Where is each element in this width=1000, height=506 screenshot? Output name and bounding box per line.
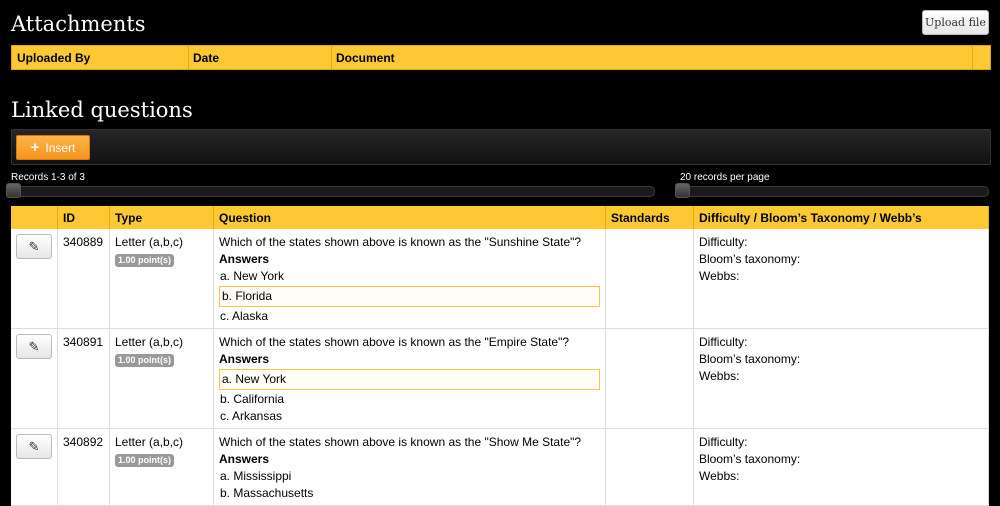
blooms-label: Bloom’s taxonomy: xyxy=(699,452,801,466)
records-count: Records 1-3 of 3 xyxy=(11,172,85,183)
answer-option: b. Massachusetts xyxy=(220,486,314,500)
column-difficulty[interactable]: Difficulty / Bloom’s Taxonomy / Webb’s xyxy=(693,206,989,229)
blooms-label: Bloom’s taxonomy: xyxy=(699,352,801,366)
question-text: Which of the states shown above is known… xyxy=(219,235,582,249)
standards-cell xyxy=(605,328,694,429)
insert-button[interactable]: + Insert xyxy=(16,135,90,160)
points-badge: 1.00 point(s) xyxy=(115,454,175,467)
answer-option-correct: b. Florida xyxy=(219,286,600,307)
linked-questions-title: Linked questions xyxy=(11,98,193,122)
records-slider-handle[interactable] xyxy=(6,183,21,198)
plus-icon: + xyxy=(30,139,40,156)
per-page-slider-handle[interactable] xyxy=(675,183,690,198)
answers-label: Answers xyxy=(219,352,270,366)
webbs-label: Webbs: xyxy=(699,369,740,383)
answer-option: b. California xyxy=(220,392,285,406)
table-row: ✎ 340892 Letter (a,b,c) 1.00 point(s) Whi… xyxy=(11,428,989,506)
column-standards[interactable]: Standards xyxy=(605,206,694,229)
answer-option-correct: a. New York xyxy=(219,369,600,390)
column-type[interactable]: Type xyxy=(109,206,214,229)
column-document[interactable]: Document xyxy=(336,51,395,65)
question-type: Letter (a,b,c) xyxy=(115,235,184,249)
records-slider[interactable] xyxy=(11,186,655,197)
question-type: Letter (a,b,c) xyxy=(115,435,184,449)
column-date[interactable]: Date xyxy=(193,51,219,65)
webbs-label: Webbs: xyxy=(699,269,740,283)
edit-button[interactable]: ✎ xyxy=(16,434,52,459)
question-id: 340892 xyxy=(57,428,110,506)
column-question[interactable]: Question xyxy=(213,206,606,229)
pencil-icon: ✎ xyxy=(28,339,40,354)
answers-label: Answers xyxy=(219,252,270,266)
pencil-icon: ✎ xyxy=(28,439,40,454)
column-id[interactable]: ID xyxy=(57,206,110,229)
standards-cell xyxy=(605,229,694,329)
blooms-label: Bloom’s taxonomy: xyxy=(699,252,801,266)
webbs-label: Webbs: xyxy=(699,469,740,483)
attachments-title: Attachments xyxy=(11,12,146,36)
per-page-label: 20 records per page xyxy=(680,172,770,183)
column-uploaded-by[interactable]: Uploaded By xyxy=(17,51,90,65)
question-text: Which of the states shown above is known… xyxy=(219,435,582,449)
question-type: Letter (a,b,c) xyxy=(115,335,184,349)
question-id: 340891 xyxy=(57,328,110,429)
table-row: ✎ 340891 Letter (a,b,c) 1.00 point(s) Whi… xyxy=(11,328,989,429)
difficulty-label: Difficulty: xyxy=(699,335,748,349)
answer-option: c. Alaska xyxy=(220,309,269,323)
pencil-icon: ✎ xyxy=(28,239,40,254)
points-badge: 1.00 point(s) xyxy=(115,254,175,267)
per-page-slider[interactable] xyxy=(675,186,989,197)
question-id: 340889 xyxy=(57,229,110,329)
answer-option: c. Arkansas xyxy=(220,409,283,423)
upload-file-button[interactable]: Upload file xyxy=(922,10,989,35)
answer-option: a. Mississippi xyxy=(220,469,292,483)
points-badge: 1.00 point(s) xyxy=(115,354,175,367)
standards-cell xyxy=(605,428,694,506)
attachments-table-header: Uploaded By Date Document xyxy=(11,45,991,70)
difficulty-label: Difficulty: xyxy=(699,435,748,449)
question-text: Which of the states shown above is known… xyxy=(219,335,570,349)
edit-button[interactable]: ✎ xyxy=(16,334,52,359)
questions-table-header: ID Type Question Standards Difficulty / … xyxy=(11,206,989,229)
edit-button[interactable]: ✎ xyxy=(16,234,52,259)
questions-table: ID Type Question Standards Difficulty / … xyxy=(11,206,989,506)
answers-label: Answers xyxy=(219,452,270,466)
answer-option: a. New York xyxy=(220,269,285,283)
questions-toolbar: + Insert xyxy=(11,129,991,165)
difficulty-label: Difficulty: xyxy=(699,235,748,249)
table-row: ✎ 340889 Letter (a,b,c) 1.00 point(s) Whi… xyxy=(11,229,989,329)
